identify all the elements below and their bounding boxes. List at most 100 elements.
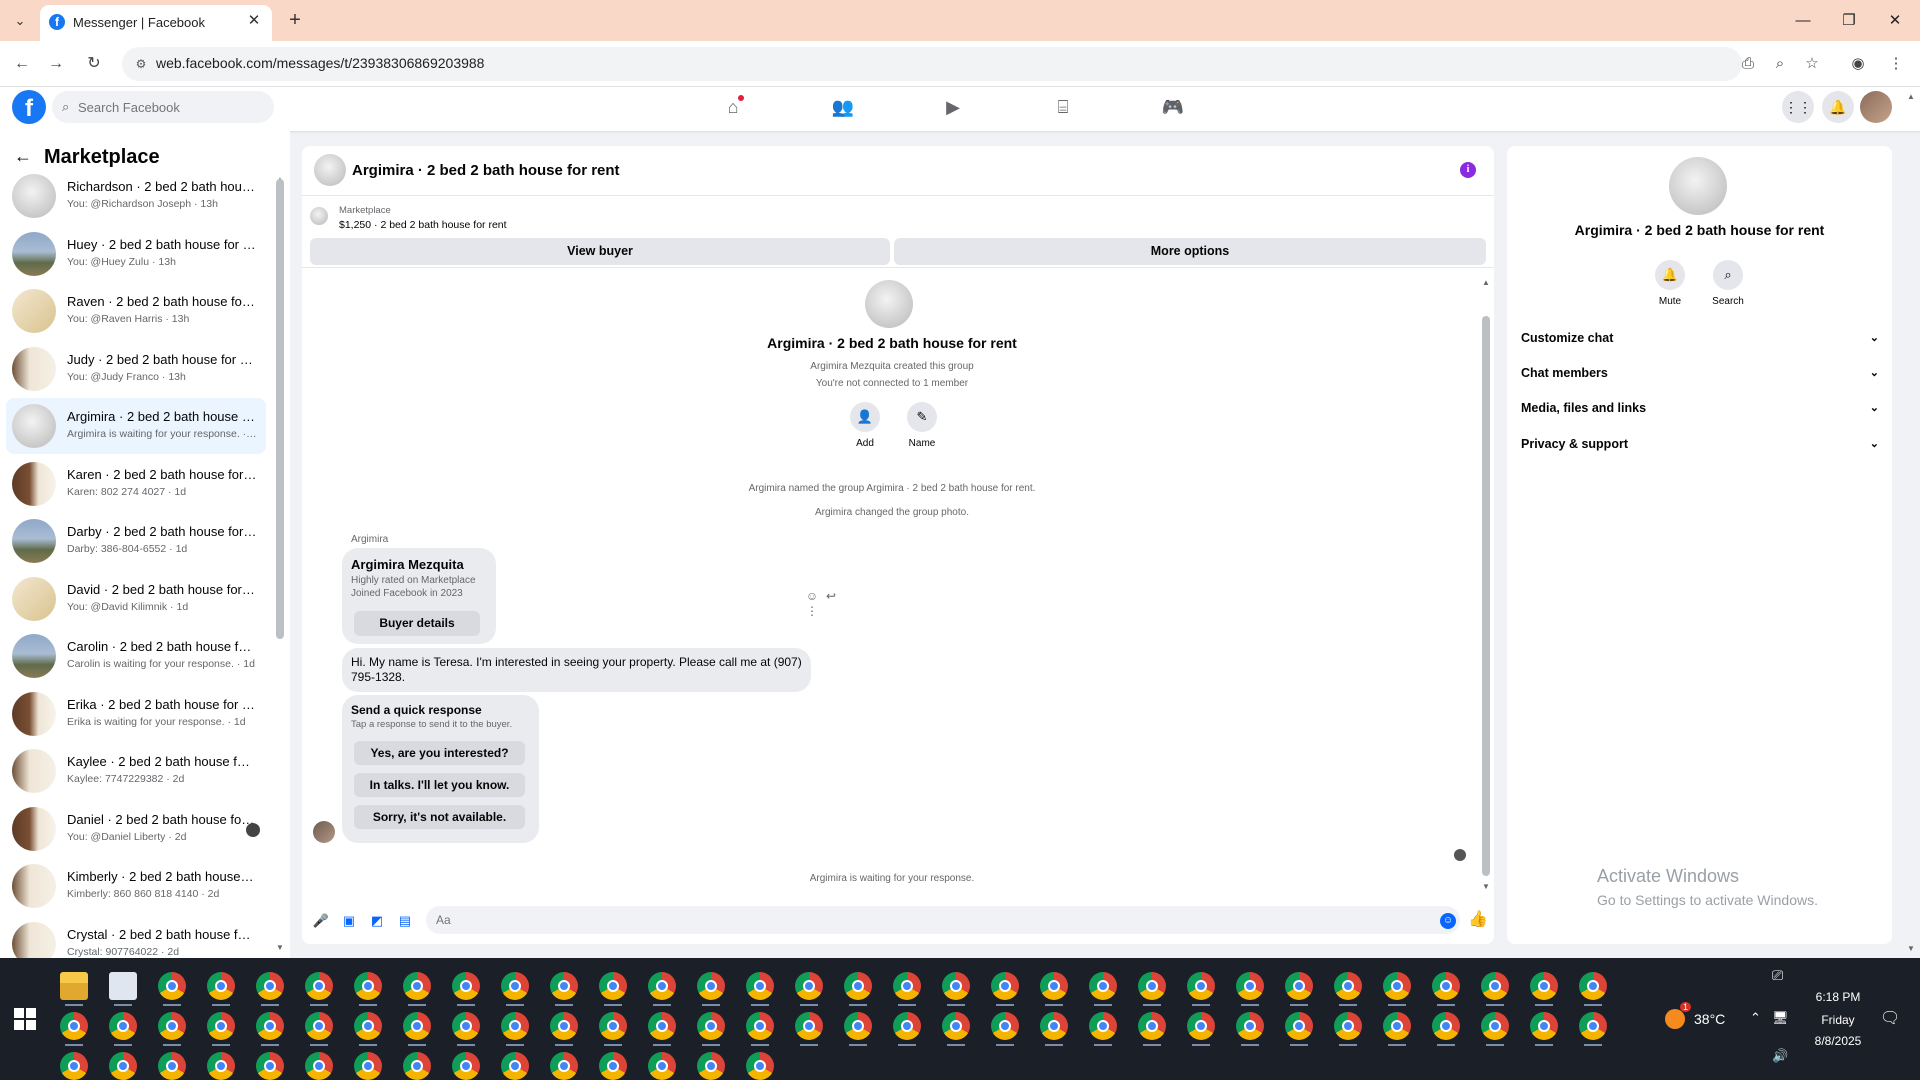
chrome-taskbar-icon[interactable] xyxy=(1530,1012,1558,1040)
chrome-taskbar-icon[interactable] xyxy=(697,972,725,1000)
home-icon[interactable]: ⌂ xyxy=(688,89,778,125)
chrome-taskbar-icon[interactable] xyxy=(158,1052,186,1080)
chrome-taskbar-icon[interactable] xyxy=(1432,1012,1460,1040)
app-taskbar-icon[interactable] xyxy=(109,972,137,1000)
conversation-item[interactable]: Daniel · 2 bed 2 bath house for rent You:… xyxy=(6,801,266,857)
chrome-taskbar-icon[interactable] xyxy=(599,972,627,1000)
chrome-taskbar-icon[interactable] xyxy=(550,1052,578,1080)
menu-grid-icon[interactable]: ⋮⋮ xyxy=(1782,91,1814,123)
address-bar[interactable]: ⚙ web.facebook.com/messages/t/2393830686… xyxy=(122,47,1742,81)
facebook-search-input[interactable] xyxy=(78,97,258,117)
chrome-taskbar-icon[interactable] xyxy=(746,972,774,1000)
sticker-icon[interactable]: ◩ xyxy=(368,912,386,930)
buyer-details-button[interactable]: Buyer details xyxy=(354,611,480,636)
facebook-logo-icon[interactable]: f xyxy=(12,90,46,124)
chrome-taskbar-icon[interactable] xyxy=(746,1012,774,1040)
chrome-taskbar-icon[interactable] xyxy=(1187,972,1215,1000)
chrome-taskbar-icon[interactable] xyxy=(1334,1012,1362,1040)
media-files-links-item[interactable]: Media, files and links ⌄ xyxy=(1521,396,1883,420)
chrome-taskbar-icon[interactable] xyxy=(1579,1012,1607,1040)
profile-icon[interactable]: ◉ xyxy=(1846,52,1870,76)
conversation-item[interactable]: Richardson · 2 bed 2 bath house for rent… xyxy=(6,168,266,224)
clock-date[interactable]: 8/8/2025 xyxy=(1808,1034,1868,1048)
chrome-taskbar-icon[interactable] xyxy=(501,972,529,1000)
scroll-down-arrow-icon[interactable]: ▼ xyxy=(276,943,284,952)
chrome-taskbar-icon[interactable] xyxy=(158,1012,186,1040)
chrome-taskbar-icon[interactable] xyxy=(452,972,480,1000)
chrome-taskbar-icon[interactable] xyxy=(60,1012,88,1040)
conversation-item[interactable]: David · 2 bed 2 bath house for rent You: … xyxy=(6,571,266,627)
conversation-item[interactable]: Raven · 2 bed 2 bath house for rent You: … xyxy=(6,283,266,339)
browser-menu-icon[interactable]: ⋮ xyxy=(1884,52,1908,76)
chat-title[interactable]: Argimira · 2 bed 2 bath house for rent xyxy=(352,162,620,179)
install-app-icon[interactable]: ⎙ xyxy=(1736,52,1760,76)
chrome-taskbar-icon[interactable] xyxy=(452,1012,480,1040)
browser-tab-messenger[interactable]: f Messenger | Facebook ✕ xyxy=(40,5,272,41)
chrome-taskbar-icon[interactable] xyxy=(354,1052,382,1080)
conversation-item[interactable]: Kaylee · 2 bed 2 bath house for rent Kayl… xyxy=(6,743,266,799)
chrome-taskbar-icon[interactable] xyxy=(354,1012,382,1040)
chrome-taskbar-icon[interactable] xyxy=(1334,972,1362,1000)
restore-icon[interactable]: ❐ xyxy=(1826,6,1872,36)
more-icon[interactable]: ⋮ xyxy=(804,604,820,618)
new-tab-plus-icon[interactable]: + xyxy=(282,8,308,34)
chrome-taskbar-icon[interactable] xyxy=(550,972,578,1000)
chrome-taskbar-icon[interactable] xyxy=(1138,1012,1166,1040)
chrome-taskbar-icon[interactable] xyxy=(1285,972,1313,1000)
pencil-icon[interactable]: ✎ xyxy=(907,402,937,432)
video-icon[interactable]: ▶ xyxy=(908,89,998,125)
account-avatar[interactable] xyxy=(1860,91,1892,123)
network-icon[interactable]: 🖥 xyxy=(1772,1010,1789,1026)
bell-icon[interactable]: 🔔 xyxy=(1655,260,1685,290)
conversation-item[interactable]: Kimberly · 2 bed 2 bath house for rent Ki… xyxy=(6,858,266,914)
chrome-taskbar-icon[interactable] xyxy=(697,1012,725,1040)
weather-icon[interactable] xyxy=(1665,1009,1685,1029)
chrome-taskbar-icon[interactable] xyxy=(305,1012,333,1040)
chrome-taskbar-icon[interactable] xyxy=(942,1012,970,1040)
chrome-taskbar-icon[interactable] xyxy=(1138,972,1166,1000)
chrome-taskbar-icon[interactable] xyxy=(207,1052,235,1080)
chrome-taskbar-icon[interactable] xyxy=(1236,1012,1264,1040)
message-input[interactable] xyxy=(436,911,1336,929)
chrome-taskbar-icon[interactable] xyxy=(1089,1012,1117,1040)
tablet-mode-icon[interactable]: ⎚ xyxy=(1772,967,1783,984)
chrome-taskbar-icon[interactable] xyxy=(1285,1012,1313,1040)
minimize-icon[interactable]: — xyxy=(1780,6,1826,36)
tray-chevron-icon[interactable]: ⌃ xyxy=(1750,1010,1761,1026)
chrome-taskbar-icon[interactable] xyxy=(1040,1012,1068,1040)
windows-start-icon[interactable] xyxy=(14,1008,36,1030)
chrome-taskbar-icon[interactable] xyxy=(795,972,823,1000)
chrome-taskbar-icon[interactable] xyxy=(599,1052,627,1080)
chrome-taskbar-icon[interactable] xyxy=(648,1012,676,1040)
search-action[interactable]: ⌕ Search xyxy=(1703,260,1753,307)
chrome-taskbar-icon[interactable] xyxy=(991,1012,1019,1040)
microphone-icon[interactable]: 🎤 xyxy=(312,912,330,930)
reply-icon[interactable]: ↩ xyxy=(823,589,839,603)
sidebar-scrollbar[interactable] xyxy=(276,179,284,639)
conversation-item[interactable]: Judy · 2 bed 2 bath house for rent You: @… xyxy=(6,341,266,397)
chat-members-item[interactable]: Chat members ⌄ xyxy=(1521,361,1883,385)
view-buyer-button[interactable]: View buyer xyxy=(310,238,890,265)
name-group-action[interactable]: ✎ Name xyxy=(902,402,942,449)
info-icon[interactable]: i xyxy=(1460,162,1476,178)
chat-scrollbar[interactable] xyxy=(1482,316,1490,876)
chrome-taskbar-icon[interactable] xyxy=(1432,972,1460,1000)
chat-scroll-down-icon[interactable]: ▼ xyxy=(1482,882,1490,891)
tab-close-icon[interactable]: ✕ xyxy=(244,11,264,31)
chrome-taskbar-icon[interactable] xyxy=(354,972,382,1000)
quick-option-not-available[interactable]: Sorry, it's not available. xyxy=(354,805,525,829)
window-close-icon[interactable]: ✕ xyxy=(1872,6,1918,36)
chrome-taskbar-icon[interactable] xyxy=(648,972,676,1000)
page-scroll-down-icon[interactable]: ▼ xyxy=(1906,944,1916,953)
privacy-support-item[interactable]: Privacy & support ⌄ xyxy=(1521,432,1883,456)
clock-time[interactable]: 6:18 PM xyxy=(1808,990,1868,1004)
volume-icon[interactable]: 🔊 xyxy=(1772,1048,1788,1064)
chrome-taskbar-icon[interactable] xyxy=(795,1012,823,1040)
conversation-item[interactable]: Erika · 2 bed 2 bath house for rent Erika… xyxy=(6,686,266,742)
chrome-taskbar-icon[interactable] xyxy=(1481,972,1509,1000)
facebook-search[interactable]: ⌕ xyxy=(52,91,274,123)
quick-option-in-talks[interactable]: In talks. I'll let you know. xyxy=(354,773,525,797)
back-arrow-icon[interactable]: ← xyxy=(10,52,34,76)
emoji-icon[interactable]: ☺ xyxy=(1440,913,1456,929)
conversation-item[interactable]: Huey · 2 bed 2 bath house for rent You: @… xyxy=(6,226,266,282)
